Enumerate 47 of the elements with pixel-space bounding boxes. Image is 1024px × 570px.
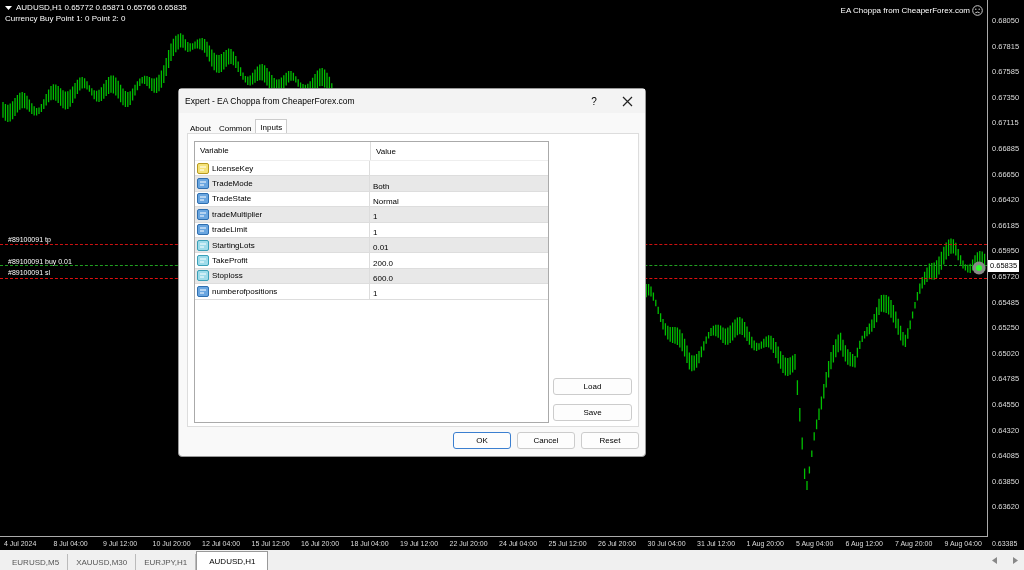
parameter-type-icon [197,270,209,282]
scroll-left-icon[interactable] [992,556,998,564]
parameter-type-icon [197,162,209,174]
variable-name: tradeLimit [212,225,248,235]
variable-name: TradeState [212,194,252,204]
variable-name: tradeMultiplier [212,209,263,219]
side-button[interactable]: Load [553,378,632,395]
scroll-right-icon[interactable] [1012,556,1018,564]
price-marker-icon [972,261,986,275]
column-header[interactable]: Variable [195,142,371,160]
dialog-button[interactable]: Reset [581,432,639,449]
variable-value[interactable]: 1 [373,212,378,222]
variable-value[interactable]: 200.0 [373,258,394,268]
variable-value[interactable]: Normal [373,197,399,206]
dialog-tab[interactable]: About [186,121,215,135]
side-button[interactable]: Save [553,404,632,421]
variable-value[interactable]: 600.0 [373,273,394,283]
dialog-title: Expert - EA Choppa from CheaperForex.com [185,96,355,106]
variable-name: TradeMode [212,179,253,189]
parameter-type-icon [197,224,209,236]
dialog-button[interactable]: OK [453,432,511,449]
variable-value[interactable]: 1 [373,227,378,237]
chart-tab[interactable]: AUDUSD,H1 [196,551,269,570]
variable-value[interactable]: Both [373,181,390,191]
parameter-type-icon [197,178,209,190]
variable-name: numberofpositions [212,286,278,296]
dropdown-triangle-icon[interactable] [5,4,12,11]
info-text: Currency Buy Point 1: 0 Point 2: 0 [5,14,127,23]
symbol-quote-text: AUDUSD,H1 0.65772 0.65871 0.65766 0.65835 [16,3,187,12]
close-icon[interactable] [622,95,633,107]
parameter-type-icon [197,255,209,267]
variable-value[interactable]: 0.01 [373,243,389,253]
variable-name: StartingLots [212,240,255,250]
parameter-type-icon [197,239,209,251]
dialog-button[interactable]: Cancel [517,432,575,449]
variable-name: TakeProfit [212,256,248,266]
variable-name: LicenseKey [212,163,254,173]
smiley-face-icon[interactable] [972,5,983,16]
expert-name-label: EA Choppa from CheaperForex.com [840,6,970,15]
parameter-type-icon [197,208,209,220]
column-header[interactable]: Value [371,146,396,156]
variable-value[interactable]: 1 [373,289,378,299]
variable-name: Stoploss [212,271,243,281]
dialog-tab[interactable]: Common [214,121,256,135]
parameter-type-icon [197,285,209,297]
help-button[interactable]: ? [574,94,614,108]
parameter-type-icon [197,193,209,205]
